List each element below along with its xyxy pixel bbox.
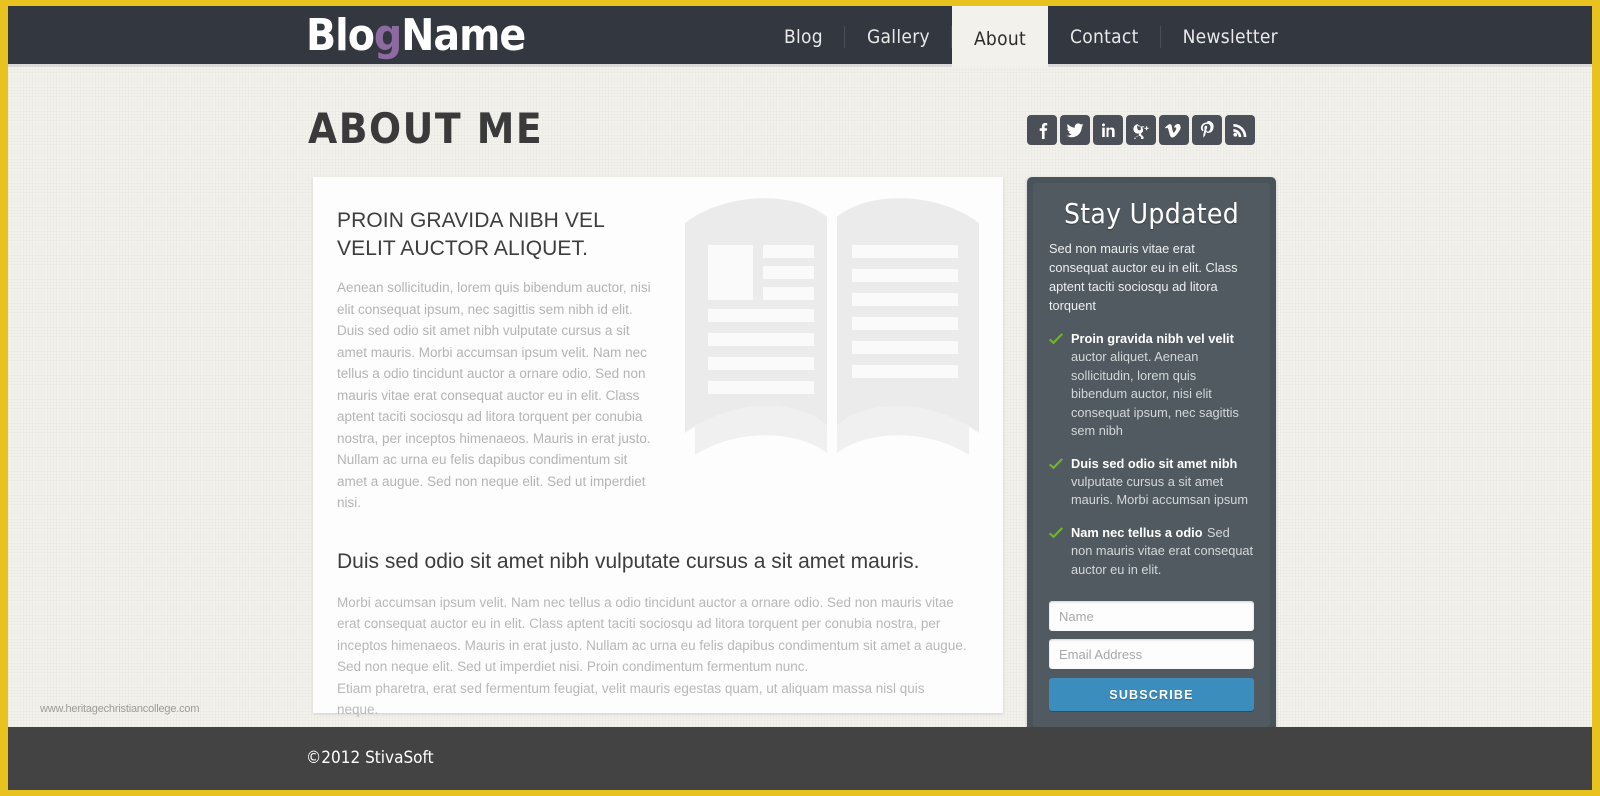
article-card: Proin gravida nibh vel velit auctor aliq…: [313, 177, 1003, 717]
article-heading-2: Duis sed odio sit amet nibh vulputate cu…: [337, 549, 920, 573]
logo-text-accent: g: [373, 10, 402, 61]
feature-item: Nam nec tellus a odio Sed non mauris vit…: [1049, 524, 1254, 580]
nav-item-contact[interactable]: Contact: [1048, 6, 1161, 67]
facebook-icon[interactable]: [1027, 115, 1057, 145]
twitter-icon[interactable]: [1060, 115, 1090, 145]
site-logo[interactable]: BlogName: [306, 10, 526, 62]
subscribe-button[interactable]: SUBSCRIBE: [1049, 678, 1254, 711]
nav-item-newsletter[interactable]: Newsletter: [1161, 6, 1300, 67]
feature-title: Duis sed odio sit amet nibh: [1071, 455, 1238, 471]
nav-item-gallery[interactable]: Gallery: [845, 6, 952, 67]
main-navigation: Blog Gallery About Contact Newsletter: [762, 6, 1300, 67]
widget-body: Stay Updated Sed non mauris vitae erat c…: [1033, 183, 1270, 727]
rss-icon[interactable]: [1225, 115, 1255, 145]
google-plus-icon[interactable]: [1126, 115, 1156, 145]
email-input[interactable]: [1049, 639, 1254, 669]
article-paragraph-2: Morbi accumsan ipsum velit. Nam nec tell…: [337, 594, 967, 675]
feature-title: Proin gravida nibh vel velit: [1071, 331, 1234, 346]
article-paragraph-1: Aenean sollicitudin, lorem quis bibendum…: [337, 280, 651, 510]
open-book-illustration: [677, 185, 987, 463]
nav-item-about[interactable]: About: [951, 6, 1048, 67]
logo-text-part1: Blo: [306, 10, 375, 61]
social-links: [1027, 115, 1255, 145]
logo-text-part2: Name: [401, 10, 526, 61]
feature-text: vulputate cursus a sit amet mauris. Morb…: [1071, 473, 1249, 508]
check-icon: [1049, 526, 1063, 540]
check-icon: [1049, 332, 1063, 346]
page-frame: BlogName Blog Gallery About Contact News…: [0, 0, 1600, 796]
widget-intro-text: Sed non mauris vitae erat consequat auct…: [1049, 241, 1238, 313]
nav-label: Blog: [783, 25, 823, 48]
nav-label: Contact: [1069, 25, 1139, 48]
linkedin-icon[interactable]: [1093, 115, 1123, 145]
feature-item: Duis sed odio sit amet nibh vulputate cu…: [1049, 455, 1254, 510]
feature-item: Proin gravida nibh vel velit auctor aliq…: [1049, 330, 1254, 441]
check-icon: [1049, 457, 1063, 471]
feature-title: Nam nec tellus a odio: [1071, 524, 1203, 540]
page-root: BlogName Blog Gallery About Contact News…: [8, 6, 1592, 790]
nav-label: Gallery: [866, 25, 930, 48]
nav-item-blog[interactable]: Blog: [762, 6, 845, 67]
site-header: BlogName Blog Gallery About Contact News…: [8, 6, 1592, 67]
article-paragraph-3: Etiam pharetra, erat sed fermentum feugi…: [337, 680, 925, 718]
article-heading-1: Proin gravida nibh vel velit auctor aliq…: [337, 209, 605, 260]
nav-label: About: [973, 28, 1026, 50]
article-intro-section: Proin gravida nibh vel velit auctor aliq…: [313, 177, 1003, 514]
nav-label: Newsletter: [1182, 25, 1278, 48]
stay-updated-widget: Stay Updated Sed non mauris vitae erat c…: [1027, 177, 1276, 733]
widget-title: Stay Updated: [1063, 197, 1240, 230]
watermark-text: www.heritagechristiancollege.com: [40, 703, 200, 715]
vimeo-icon[interactable]: [1159, 115, 1189, 145]
feature-text: auctor aliquet. Aenean sollicitudin, lor…: [1071, 349, 1239, 438]
pinterest-icon[interactable]: [1192, 115, 1222, 145]
site-footer: ©2012 StivaSoft: [8, 727, 1592, 790]
name-input[interactable]: [1049, 601, 1254, 631]
content-area: About Me: [8, 67, 1592, 733]
page-title: About Me: [308, 104, 544, 153]
copyright-text: ©2012 StivaSoft: [306, 748, 434, 768]
